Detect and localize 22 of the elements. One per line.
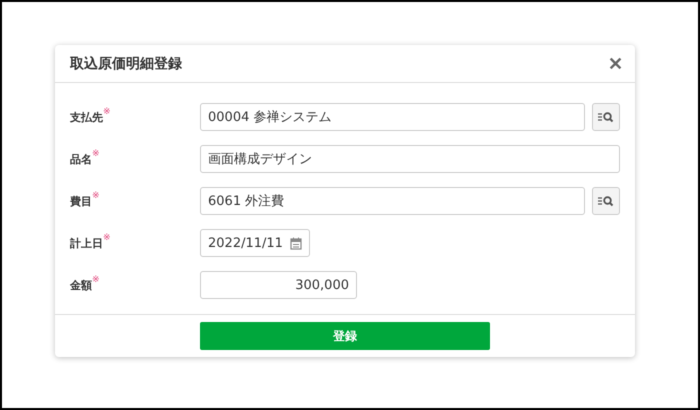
date-field[interactable]: 2022/11/11 xyxy=(200,229,310,257)
required-mark: ※ xyxy=(103,106,111,116)
field-label: 費目 xyxy=(70,194,92,208)
close-button[interactable]: ✕ xyxy=(608,52,623,74)
calendar-icon xyxy=(290,236,302,250)
input-field[interactable]: 00004 参禅システム xyxy=(200,103,585,131)
input-field[interactable]: 画面構成デザイン xyxy=(200,145,620,173)
amount-field[interactable]: 300,000 xyxy=(200,271,357,299)
dialog-title: 取込原価明細登録 xyxy=(70,54,182,72)
lookup-button[interactable] xyxy=(592,103,620,131)
lookup-button[interactable] xyxy=(592,187,620,215)
field-label: 計上日 xyxy=(70,236,103,250)
required-mark: ※ xyxy=(92,274,100,284)
search-icon xyxy=(597,195,615,207)
required-mark: ※ xyxy=(92,190,100,200)
input-field[interactable]: 6061 外注費 xyxy=(200,187,585,215)
field-label: 品名 xyxy=(70,152,92,166)
field-label: 支払先 xyxy=(70,110,103,124)
search-icon xyxy=(597,111,615,123)
required-mark: ※ xyxy=(103,232,111,242)
required-mark: ※ xyxy=(92,148,100,158)
field-label: 金額 xyxy=(70,278,92,292)
